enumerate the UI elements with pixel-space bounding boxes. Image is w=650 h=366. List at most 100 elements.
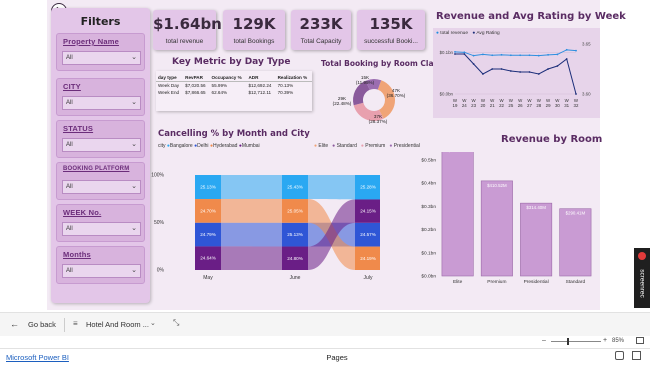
label-line: (36.70%) bbox=[387, 93, 406, 98]
table-row: Week Day $7,020.56 55.99% $12,692.24 70.… bbox=[156, 82, 312, 90]
kpi-total-revenue[interactable]: $1.64bn total revenue bbox=[153, 10, 222, 50]
tick-line: 25 bbox=[508, 103, 513, 108]
segment-label: 24.15% bbox=[360, 209, 376, 214]
tick-line: 26 bbox=[518, 103, 523, 108]
revenue-point bbox=[565, 48, 568, 51]
y-tick-label: $0.0bn bbox=[421, 274, 436, 280]
revenue-bar bbox=[480, 180, 513, 277]
ribbon bbox=[221, 199, 282, 223]
powerbi-link[interactable]: Microsoft Power BI bbox=[6, 353, 69, 362]
dropdown-value: All bbox=[66, 184, 73, 190]
dropdown-value: All bbox=[66, 142, 73, 148]
table-cell: $12,712.11 bbox=[248, 90, 272, 95]
booking-platform-dropdown[interactable]: All ⌄ bbox=[62, 180, 141, 194]
property-name-dropdown[interactable]: All ⌄ bbox=[62, 51, 141, 65]
dropdown-value: All bbox=[66, 100, 73, 106]
key-metric-title: Key Metric by Day Type bbox=[172, 57, 291, 67]
chevron-down-icon: ⌄ bbox=[131, 141, 137, 148]
filter-label: WEEK No. bbox=[63, 208, 102, 217]
kpi-total-capacity[interactable]: 233K Total Capacity bbox=[291, 10, 351, 50]
segment-label: 24.70% bbox=[200, 208, 216, 213]
y2-tick-label: 3.65 bbox=[582, 42, 591, 47]
cancel-ribbon-chart[interactable]: 100% 50% 0% 25.13% 24.79% 24.70% 24.64% May 25.4… bbox=[150, 165, 380, 285]
filter-label: BOOKING PLATFORM bbox=[63, 166, 130, 172]
rev-rating-title: Revenue and Avg Rating by Week bbox=[436, 11, 626, 22]
kpi-total-bookings[interactable]: 129K total Bookings bbox=[223, 10, 285, 50]
go-back-button[interactable]: Go back bbox=[28, 320, 56, 329]
legend-dot-icon: ● bbox=[436, 31, 439, 36]
back-arrow-icon[interactable]: ← bbox=[10, 319, 19, 329]
tick-line: 23 bbox=[471, 103, 476, 108]
zoom-out-icon[interactable]: – bbox=[542, 337, 546, 344]
rating-point bbox=[528, 71, 531, 73]
segment-label: 24.64% bbox=[200, 256, 216, 261]
rating-point bbox=[537, 73, 540, 75]
rating-point bbox=[500, 68, 503, 70]
screenrec-badge[interactable]: screenrec bbox=[634, 248, 650, 308]
kpi-successful-bookings[interactable]: 135K successful Booki... bbox=[357, 10, 425, 50]
x-tick-label: Presidential bbox=[524, 279, 549, 285]
table-row: Week End $7,866.65 62.64% $12,712.11 70.… bbox=[156, 89, 312, 96]
powerbi-window: Filters Property Name All ⌄ CITY All ⌄ STA… bbox=[0, 0, 650, 366]
table-cell: 62.64% bbox=[211, 90, 228, 95]
revenue-bar bbox=[559, 208, 592, 277]
chevron-down-icon: ⌄ bbox=[131, 99, 137, 106]
segment-label: 24.79% bbox=[200, 232, 216, 237]
segment-label: 24.57% bbox=[360, 232, 376, 237]
kpi-value: 233K bbox=[299, 15, 343, 33]
rev-room-title: Revenue by Room bbox=[501, 134, 603, 145]
legend-dot-icon: ● bbox=[472, 31, 476, 36]
x-tick-label: W 28 bbox=[536, 98, 541, 108]
chevron-down-icon[interactable]: ⌄ bbox=[150, 319, 156, 327]
legend-item: ● Standard bbox=[332, 143, 357, 149]
zoom-slider[interactable] bbox=[551, 341, 601, 342]
zoom-slider-handle[interactable] bbox=[567, 338, 569, 345]
y-tick-label: $0.4bn bbox=[421, 181, 436, 187]
revenue-point bbox=[500, 53, 503, 56]
city-dropdown[interactable]: All ⌄ bbox=[62, 96, 141, 110]
donut-slice-label: 29K (22.48%) bbox=[333, 96, 352, 106]
status-dropdown[interactable]: All ⌄ bbox=[62, 138, 141, 152]
x-tick-label: W 23 bbox=[471, 98, 476, 108]
filter-label: STATUS bbox=[63, 124, 94, 133]
fit-page-icon[interactable] bbox=[636, 337, 644, 344]
page-tab[interactable]: Hotel And Room ... bbox=[86, 320, 149, 329]
collapse-icon[interactable]: ⤡ bbox=[173, 318, 179, 328]
page-list-icon: ≡ bbox=[73, 319, 78, 328]
revenue-bar bbox=[441, 152, 474, 277]
fullscreen-icon[interactable] bbox=[632, 351, 641, 360]
y-tick-label: $0.2bn bbox=[421, 227, 436, 233]
months-dropdown[interactable]: All ⌄ bbox=[62, 264, 141, 278]
legend-label: Delhi bbox=[197, 143, 210, 149]
x-tick-label: W 19 bbox=[453, 98, 458, 108]
kpi-caption: Total Capacity bbox=[300, 38, 342, 45]
rating-point bbox=[575, 93, 577, 95]
tick-line: 32 bbox=[574, 103, 579, 108]
rev-room-chart[interactable]: $0.5bn $0.4bn $0.3bn $0.2bn $0.1bn $0.0bn $560… bbox=[410, 152, 600, 292]
legend-label: Hyderabad bbox=[212, 143, 239, 149]
table-cell: 70.13% bbox=[277, 83, 294, 88]
revenue-point bbox=[509, 54, 512, 57]
filter-label: Property Name bbox=[63, 37, 119, 46]
kpi-value: 129K bbox=[232, 15, 276, 33]
donut-slice-label: 15K (11.95%) bbox=[356, 75, 375, 85]
key-metric-table[interactable]: day type RevPAR Occupancy % ADR Realizat… bbox=[156, 71, 312, 111]
share-icon[interactable] bbox=[615, 351, 624, 360]
divider bbox=[64, 318, 65, 332]
zoom-in-icon[interactable]: + bbox=[603, 337, 607, 344]
column-header: day type bbox=[156, 74, 184, 82]
x-tick-label: W 21 bbox=[490, 98, 495, 108]
tick-line: 24 bbox=[462, 103, 467, 108]
column-header: RevPAR bbox=[183, 74, 210, 82]
week-no-dropdown[interactable]: All ⌄ bbox=[62, 222, 141, 236]
rev-rating-chart[interactable]: $0.1bn $0.0bn 3.65 3.60 W 19 W 24 W 23 W 20 W 21 W 22 W 2… bbox=[433, 38, 600, 118]
column-header: Occupancy % bbox=[209, 74, 247, 82]
rev-rating-legend: ● total revenue ● Avg Rating bbox=[436, 31, 500, 36]
segment-label: 24.80% bbox=[287, 256, 303, 261]
revenue-point bbox=[575, 49, 577, 52]
x-tick-label: Premium bbox=[487, 279, 506, 285]
x-tick-label: W 24 bbox=[462, 98, 467, 108]
booking-room-class-donut[interactable]: 47K (36.70%)37K (28.37%)29K (22.48%)15K (11.… bbox=[330, 70, 420, 130]
screenrec-label: screenrec bbox=[638, 269, 646, 298]
column-header: ADR bbox=[246, 74, 276, 82]
